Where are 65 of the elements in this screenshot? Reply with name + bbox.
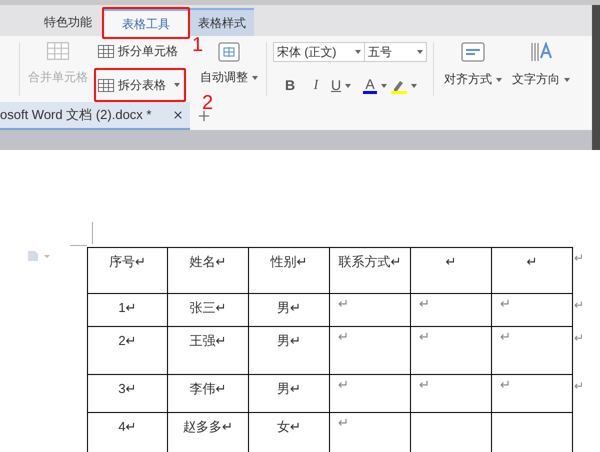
caret-icon: [417, 50, 423, 54]
bold-button[interactable]: B: [279, 75, 301, 96]
caret-icon: [564, 78, 570, 82]
split-cells-button[interactable]: 拆分单元格: [98, 42, 186, 60]
caret-icon: [411, 84, 417, 88]
table-cell: ↵: [330, 327, 411, 375]
text-direction-icon: [530, 42, 552, 62]
table-cell: 男↵: [249, 327, 330, 375]
step-number: 2: [202, 93, 214, 113]
document-tab[interactable]: osoft Word 文档 (2).docx *: [0, 102, 190, 130]
split-table-button[interactable]: 拆分表格: [98, 76, 180, 94]
table-icon: [98, 44, 114, 58]
table-cell: 王强↵: [168, 327, 249, 375]
table-cell: 赵多多↵: [168, 413, 249, 452]
close-icon[interactable]: [172, 109, 184, 121]
ribbon-tab[interactable]: 表格工具: [104, 9, 188, 37]
alignment-button[interactable]: 对齐方式: [444, 42, 502, 96]
table-cell: 2↵: [87, 327, 168, 375]
caret-icon: [496, 78, 502, 82]
new-tab-icon[interactable]: [196, 108, 212, 124]
table-cell: ↵: [492, 375, 573, 413]
table-cell: ↵: [492, 327, 573, 375]
text-direction-button[interactable]: 文字方向: [512, 42, 570, 96]
table-cell: 李伟↵: [168, 375, 249, 413]
table-cell: 序号↵: [87, 247, 168, 294]
table-cell: ↵: [330, 413, 411, 452]
row-end-mark: ↵: [574, 250, 584, 267]
table-cell: 张三↵: [168, 294, 249, 327]
table-cell: 3↵: [87, 375, 168, 413]
underline-button[interactable]: U: [331, 75, 359, 96]
caret-icon: [345, 84, 352, 88]
table-cell: 4↵: [87, 413, 168, 452]
table-cell: 性别↵: [249, 247, 330, 294]
table-cell: 1↵: [87, 294, 168, 327]
align-icon: [461, 42, 485, 62]
table-cell: ↵: [330, 375, 411, 413]
row-end-mark: ↵: [574, 330, 584, 347]
table-cell: 姓名↵: [168, 247, 249, 294]
table-cell: ↵: [330, 294, 411, 327]
table-cell: 联系方式↵: [330, 247, 411, 294]
ribbon-tab[interactable]: 表格样式: [190, 8, 254, 36]
table-cell: 男↵: [249, 294, 330, 327]
table-cell: ↵: [411, 327, 492, 375]
ribbon-tab[interactable]: 特色功能: [36, 8, 100, 36]
font-name-field[interactable]: 宋体 (正文): [273, 42, 365, 62]
row-end-mark: ↵: [574, 297, 584, 314]
table-cell: ↵: [492, 294, 573, 327]
table-cell: 男↵: [249, 375, 330, 413]
caret-icon: [355, 50, 361, 54]
table-cell: ↵: [492, 247, 573, 294]
autofit-icon: [218, 42, 240, 62]
font-color-button[interactable]: A: [363, 77, 387, 94]
table-icon: [47, 42, 69, 60]
caret-icon: [174, 83, 180, 87]
caret-icon: [252, 76, 258, 80]
table-icon: [98, 78, 114, 92]
table-cell: ↵: [411, 247, 492, 294]
table-cell: ↵: [411, 294, 492, 327]
document-title: osoft Word 文档 (2).docx *: [0, 106, 152, 124]
caret-icon: [381, 84, 387, 88]
italic-button[interactable]: I: [305, 75, 327, 96]
row-end-mark: ↵: [574, 378, 584, 395]
table-cell: 女↵: [249, 413, 330, 452]
table-cell: ↵: [411, 375, 492, 413]
font-size-field[interactable]: 五号: [365, 42, 427, 62]
